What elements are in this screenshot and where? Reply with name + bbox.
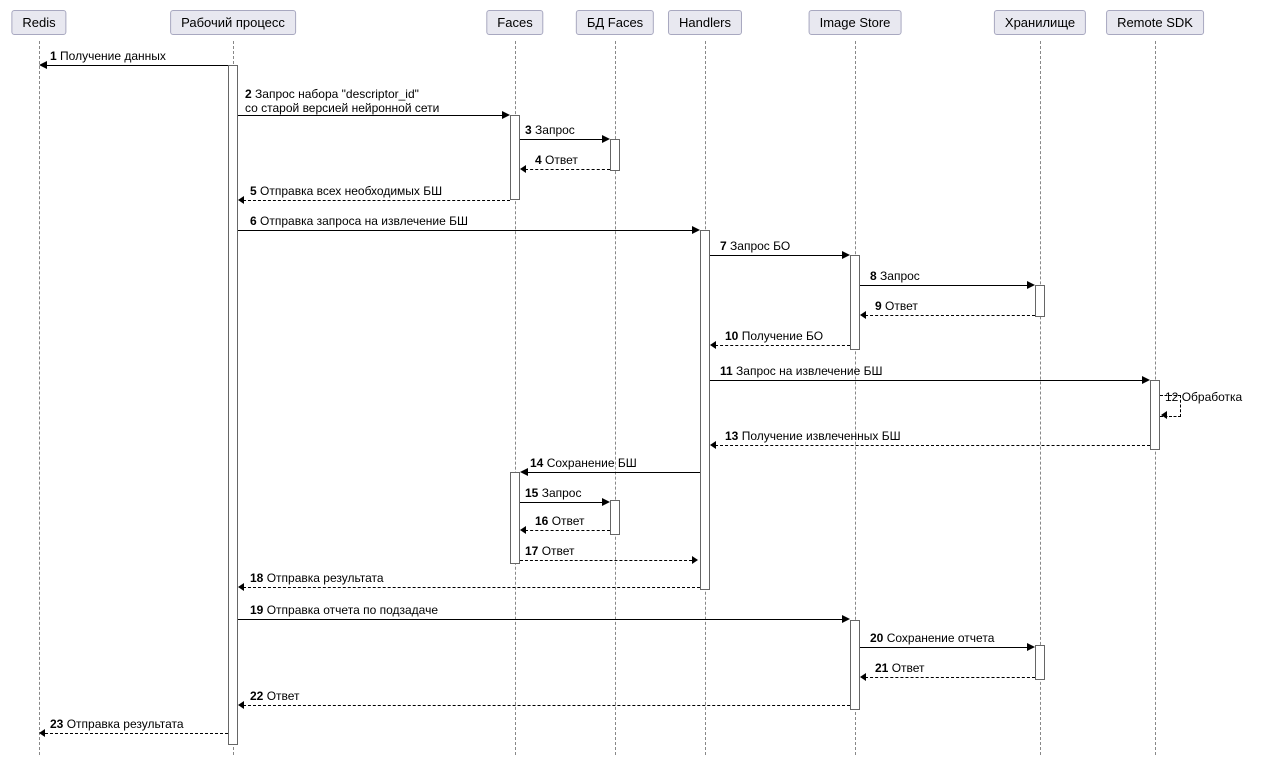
participant-remotesdk: Remote SDK	[1106, 10, 1204, 35]
participant-facesdb: БД Faces	[576, 10, 654, 35]
lifeline	[39, 41, 40, 755]
activation	[610, 139, 620, 171]
participant-worker: Рабочий процесс	[170, 10, 296, 35]
participant-redis: Redis	[11, 10, 66, 35]
activation	[700, 230, 710, 590]
activation	[610, 500, 620, 535]
activation	[1035, 645, 1045, 680]
activation	[850, 255, 860, 350]
participant-imagestore: Image Store	[809, 10, 902, 35]
participant-faces: Faces	[486, 10, 543, 35]
activation	[1035, 285, 1045, 317]
activation	[1150, 380, 1160, 450]
activation	[510, 472, 520, 564]
activation	[510, 115, 520, 200]
activation	[850, 620, 860, 710]
participant-storage: Хранилище	[994, 10, 1086, 35]
participant-handlers: Handlers	[668, 10, 742, 35]
activation	[228, 65, 238, 745]
sequence-diagram: Redis Рабочий процесс Faces БД Faces Han…	[5, 5, 1263, 765]
